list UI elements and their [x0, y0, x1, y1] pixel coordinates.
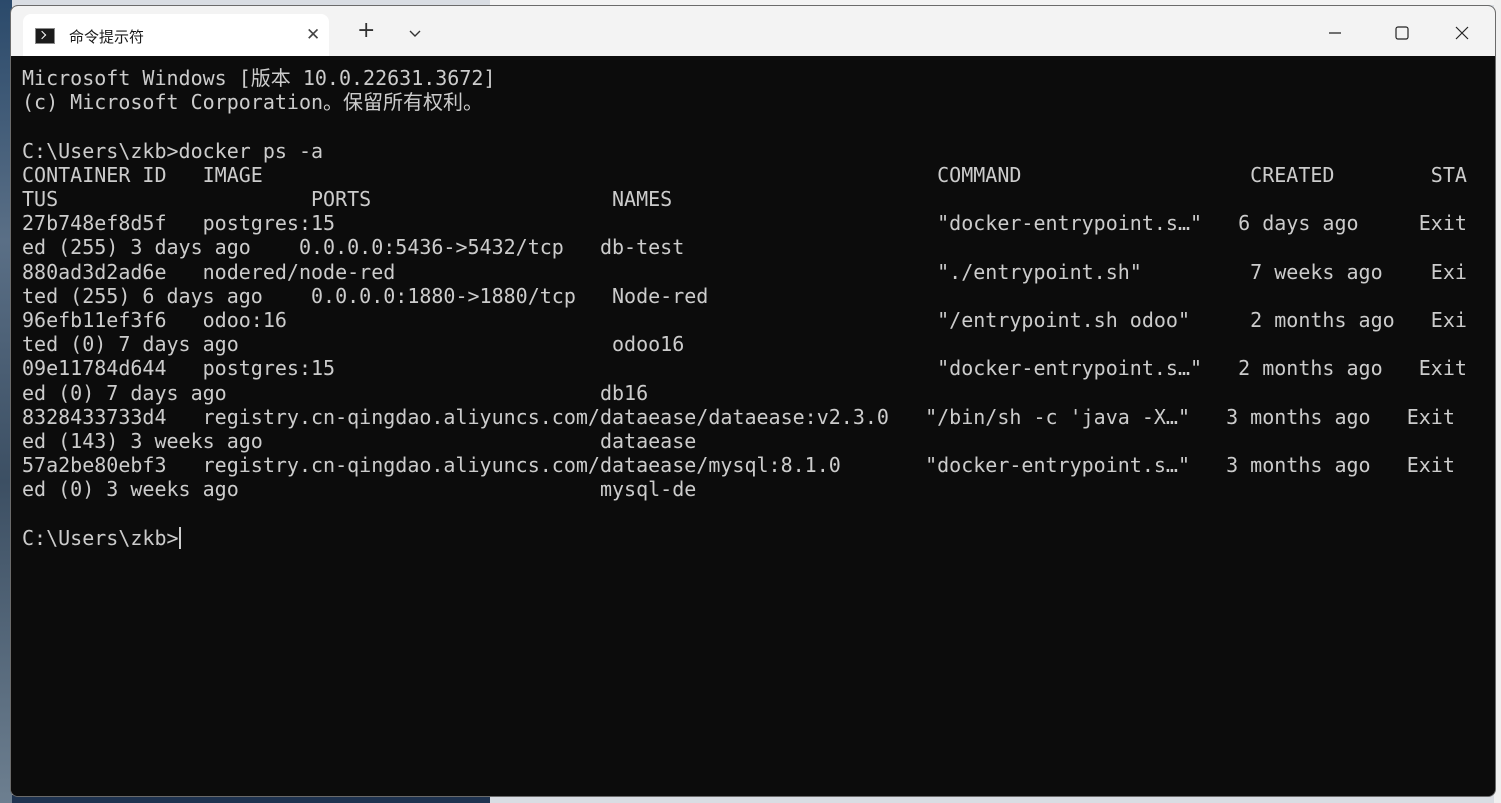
terminal-line: Microsoft Windows [版本 10.0.22631.3672] [22, 66, 496, 90]
terminal-line: 96efb11ef3f6 odoo:16 "/entrypoint.sh odo… [22, 308, 1467, 333]
minimize-button[interactable] [1312, 18, 1358, 48]
terminal-line: ed (0) 7 days ago db16 [22, 380, 649, 405]
terminal-line: ted (255) 6 days ago 0.0.0.0:1880->1880/… [22, 283, 709, 308]
maximize-button[interactable] [1379, 18, 1425, 48]
terminal-line: ed (255) 3 days ago 0.0.0.0:5436->5432/t… [22, 235, 685, 260]
terminal-output-area[interactable]: Microsoft Windows [版本 10.0.22631.3672] (… [11, 56, 1495, 796]
terminal-text: Microsoft Windows [版本 10.0.22631.3672] (… [22, 66, 1467, 550]
minimize-icon [1329, 32, 1341, 34]
terminal-line: ed (143) 3 weeks ago dataease [22, 429, 697, 454]
tab-close-button[interactable]: ✕ [306, 25, 320, 45]
close-button[interactable] [1439, 18, 1485, 48]
chevron-down-icon[interactable] [405, 23, 425, 43]
terminal-line: ed (0) 3 weeks ago mysql-de [22, 477, 697, 502]
terminal-line: C:\Users\zkb>docker ps -a [22, 138, 324, 163]
terminal-icon [35, 28, 55, 44]
terminal-line: 09e11784d644 postgres:15 "docker-entrypo… [22, 356, 1467, 381]
text-cursor [178, 526, 181, 549]
scrollbar[interactable] [1488, 64, 1491, 784]
terminal-line: 880ad3d2ad6e nodered/node-red "./entrypo… [22, 259, 1467, 284]
close-icon [1455, 26, 1469, 40]
maximize-icon [1395, 26, 1409, 40]
terminal-line: CONTAINER ID IMAGE COMMAND CREATED STA [22, 162, 1467, 187]
terminal-line: 27b748ef8d5f postgres:15 "docker-entrypo… [22, 211, 1467, 236]
terminal-line: 57a2be80ebf3 registry.cn-qingdao.aliyunc… [22, 453, 1455, 478]
terminal-line: 8328433733d4 registry.cn-qingdao.aliyunc… [22, 404, 1455, 429]
tab-command-prompt[interactable]: 命令提示符 ✕ [23, 14, 329, 56]
prompt-line: C:\Users\zkb> [22, 525, 179, 550]
terminal-line: (c) Microsoft Corporation。保留所有权利。 [22, 90, 484, 115]
tab-title: 命令提示符 [69, 28, 145, 46]
terminal-line: ted (0) 7 days ago odoo16 [22, 332, 685, 357]
terminal-window: 命令提示符 ✕ + Microsoft Windows [版本 10.0.226… [10, 5, 1496, 797]
new-tab-button[interactable]: + [357, 20, 375, 42]
terminal-line: TUS PORTS NAMES [22, 187, 673, 212]
title-bar[interactable]: 命令提示符 ✕ + [11, 6, 1495, 56]
